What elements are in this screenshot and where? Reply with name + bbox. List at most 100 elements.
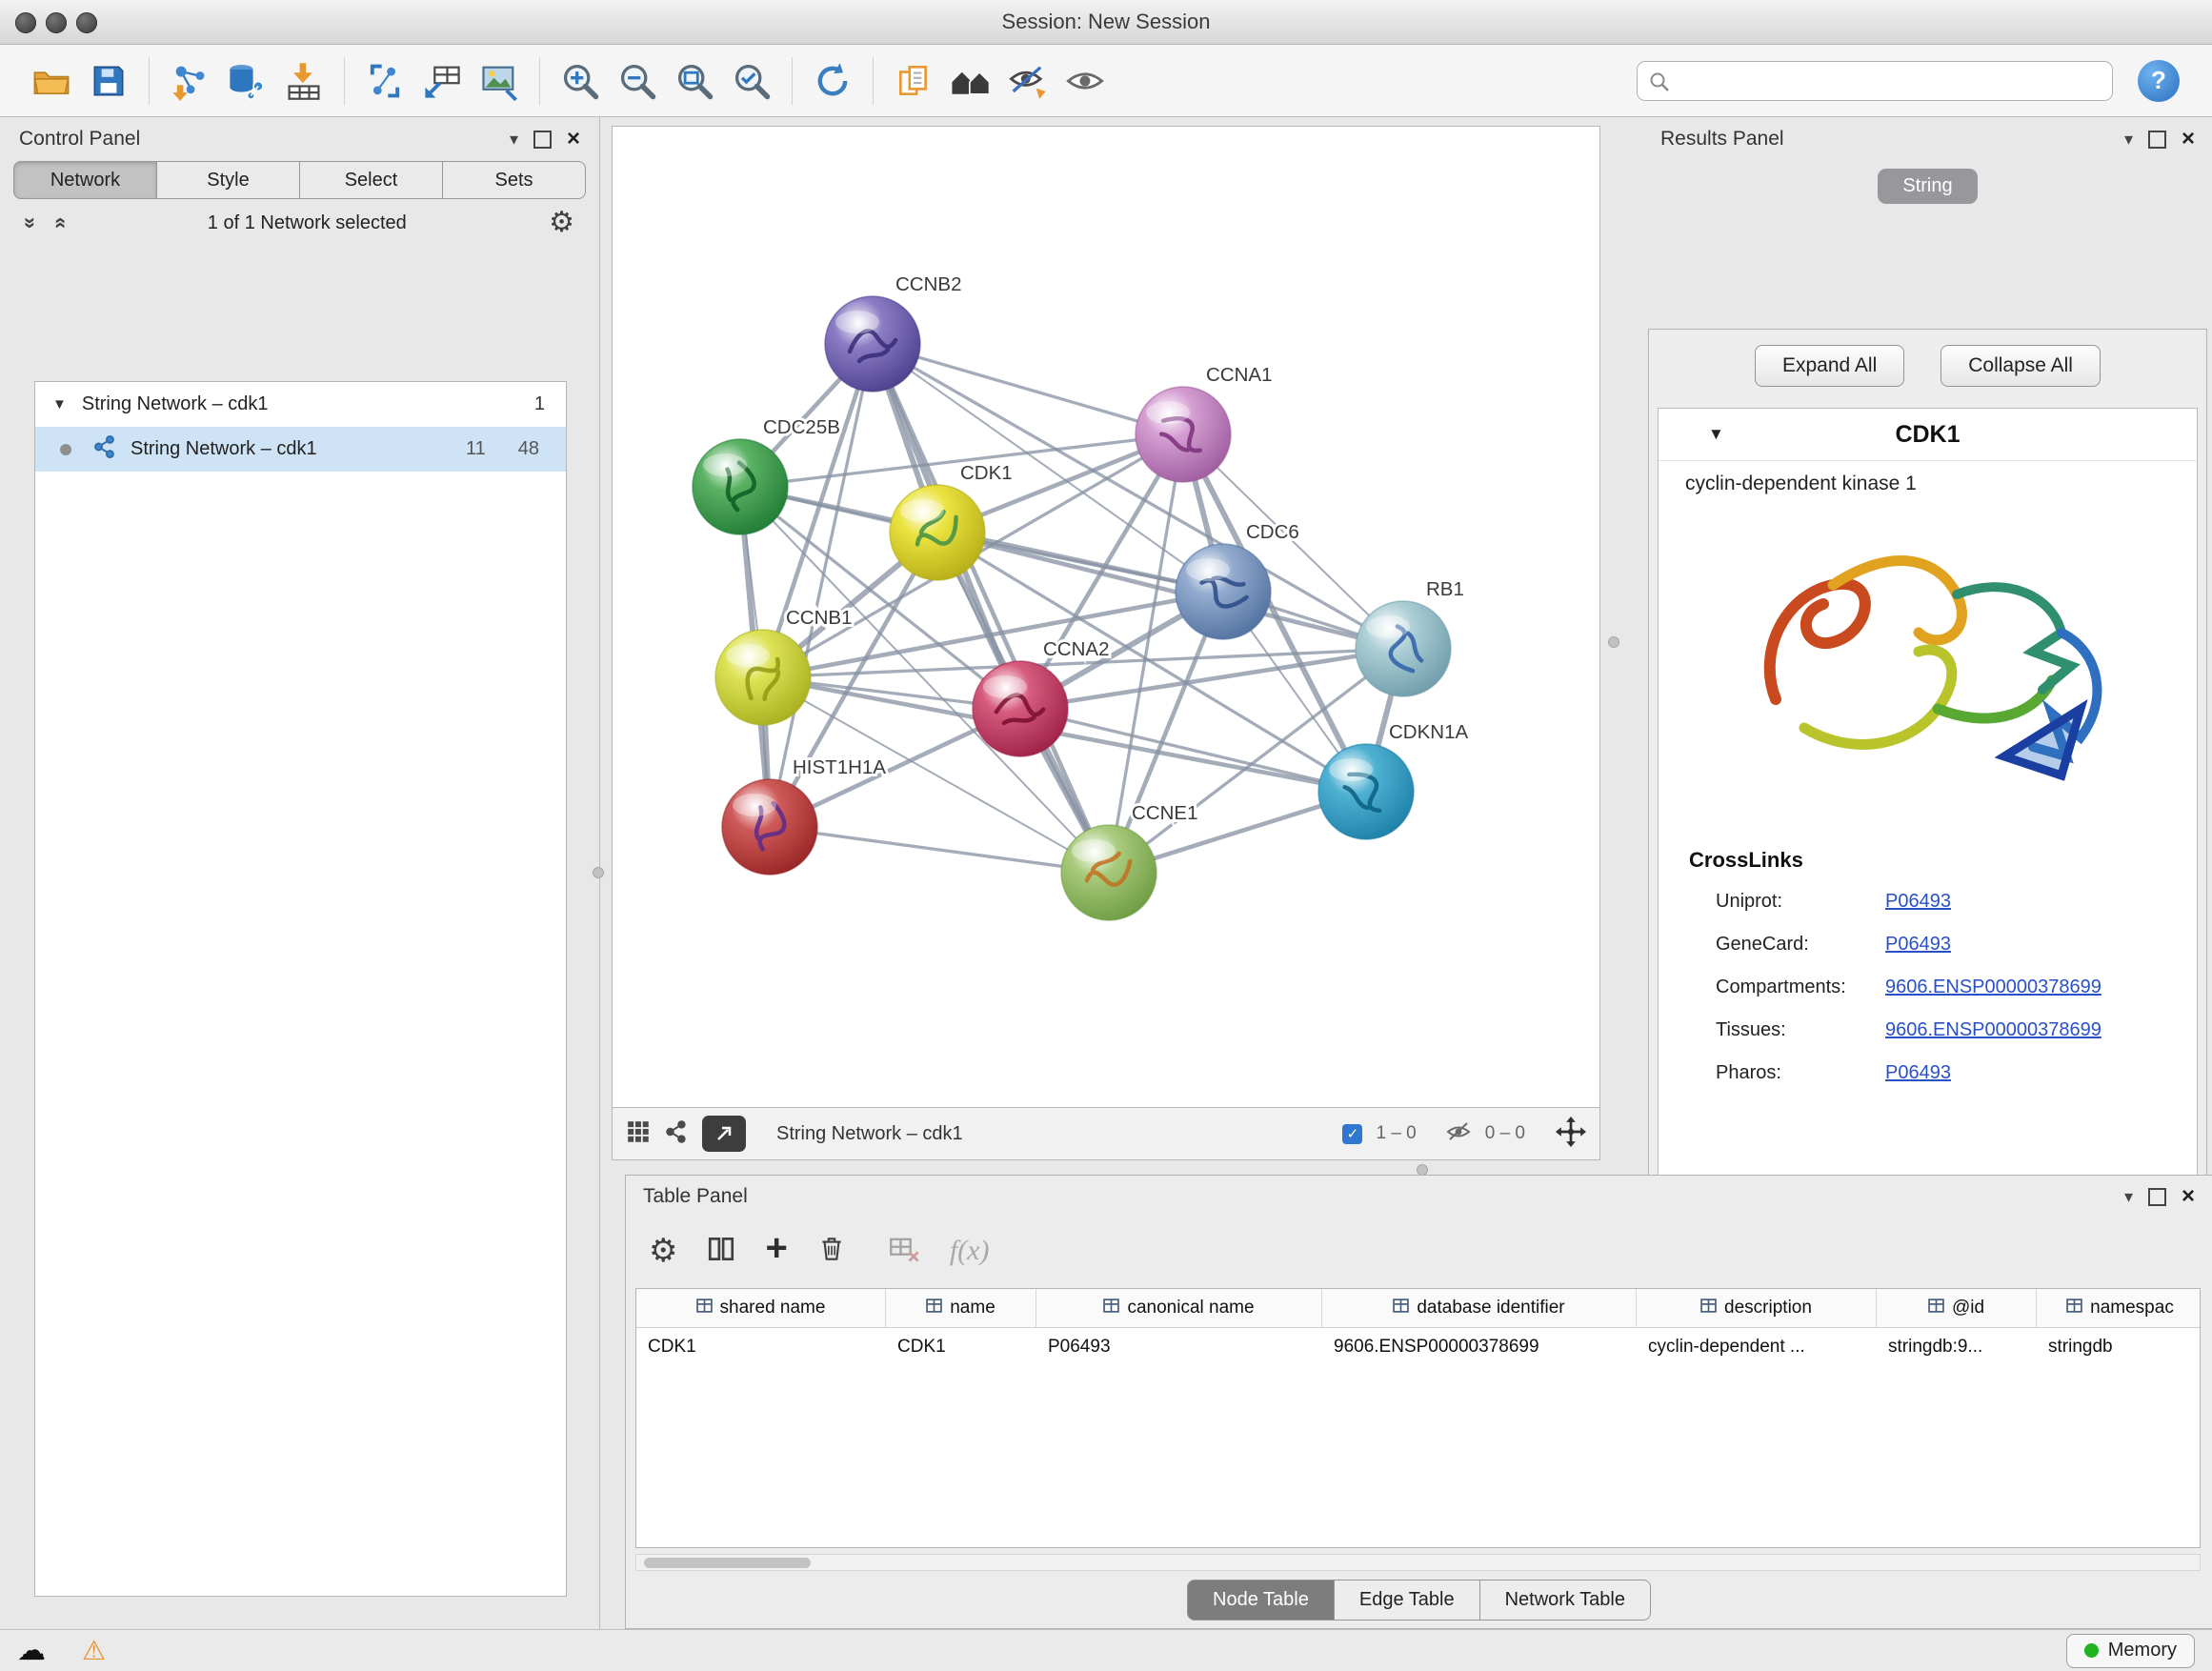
- network-node[interactable]: [1136, 387, 1231, 482]
- first-neighbors-icon[interactable]: [942, 52, 999, 110]
- table-cell[interactable]: cyclin-dependent ...: [1637, 1328, 1877, 1366]
- column-header-database-identifier[interactable]: database identifier: [1322, 1289, 1637, 1327]
- table-horizontal-scrollbar[interactable]: [635, 1554, 2201, 1571]
- table-options-gear-icon[interactable]: ⚙: [649, 1235, 677, 1267]
- zoom-fit-icon[interactable]: [666, 52, 723, 110]
- refresh-view-icon[interactable]: [804, 52, 861, 110]
- export-image-icon[interactable]: [471, 52, 528, 110]
- float-panel-icon[interactable]: [2148, 131, 2166, 149]
- network-node[interactable]: [722, 779, 817, 875]
- network-edge[interactable]: [873, 344, 1183, 434]
- crosslink-value-link[interactable]: P06493: [1885, 1052, 1951, 1095]
- close-panel-icon[interactable]: ×: [2182, 128, 2195, 151]
- cloud-icon[interactable]: ☁: [17, 1637, 46, 1665]
- selected-checkbox-icon[interactable]: ✓: [1342, 1124, 1362, 1144]
- hidden-eye-icon[interactable]: [1445, 1118, 1472, 1150]
- help-button[interactable]: ?: [2138, 60, 2180, 102]
- copy-annotation-icon[interactable]: [885, 52, 942, 110]
- expand-all-button[interactable]: Expand All: [1755, 345, 1904, 387]
- add-column-icon[interactable]: +: [765, 1229, 787, 1267]
- tab-node-table[interactable]: Node Table: [1187, 1580, 1335, 1621]
- tab-style[interactable]: Style: [157, 161, 300, 199]
- export-network-icon[interactable]: [356, 52, 413, 110]
- open-session-icon[interactable]: [23, 52, 80, 110]
- zoom-selected-icon[interactable]: [723, 52, 780, 110]
- hide-selection-icon[interactable]: [999, 52, 1056, 110]
- close-panel-icon[interactable]: ×: [2182, 1185, 2195, 1208]
- close-panel-icon[interactable]: ×: [567, 128, 580, 151]
- network-node[interactable]: [890, 485, 985, 580]
- network-node[interactable]: [825, 296, 920, 392]
- panel-menu-icon[interactable]: ▾: [510, 130, 518, 150]
- collection-expand-icon[interactable]: ▼: [52, 396, 67, 413]
- table-cell[interactable]: stringdb:9...: [1877, 1328, 2037, 1366]
- network-canvas[interactable]: CCNB2CCNA1CDC25BCDK1CDC6RB1CCNB1CCNA2CDK…: [612, 126, 1600, 1108]
- float-panel-icon[interactable]: [2148, 1188, 2166, 1206]
- table-cell[interactable]: 9606.ENSP00000378699: [1322, 1328, 1637, 1366]
- warning-icon[interactable]: ⚠: [82, 1638, 106, 1664]
- tab-select[interactable]: Select: [300, 161, 443, 199]
- import-table-icon[interactable]: [275, 52, 332, 110]
- network-edge[interactable]: [770, 827, 1109, 873]
- collapse-all-button[interactable]: Collapse All: [1941, 345, 2101, 387]
- network-share-icon[interactable]: [664, 1119, 689, 1149]
- table-cell[interactable]: CDK1: [636, 1328, 886, 1366]
- network-node[interactable]: [1176, 544, 1271, 639]
- minimize-window-button[interactable]: [46, 12, 67, 33]
- close-window-button[interactable]: [15, 12, 36, 33]
- search-input[interactable]: [1637, 61, 2113, 101]
- splitter-handle[interactable]: [593, 867, 604, 878]
- show-all-icon[interactable]: [1056, 52, 1114, 110]
- tab-network[interactable]: Network: [13, 161, 157, 199]
- network-row[interactable]: String Network – cdk1 11 48: [35, 427, 566, 472]
- tab-edge-table[interactable]: Edge Table: [1335, 1580, 1480, 1621]
- table-cell[interactable]: P06493: [1036, 1328, 1322, 1366]
- network-options-gear-icon[interactable]: ⚙: [549, 209, 574, 237]
- delete-column-icon[interactable]: [816, 1234, 847, 1269]
- network-graph[interactable]: CCNB2CCNA1CDC25BCDK1CDC6RB1CCNB1CCNA2CDK…: [613, 127, 1599, 1107]
- expand-all-networks-icon[interactable]: »: [20, 217, 41, 229]
- pan-crosshair-icon[interactable]: [1556, 1117, 1586, 1152]
- import-network-database-icon[interactable]: [218, 52, 275, 110]
- network-node[interactable]: [973, 661, 1068, 756]
- zoom-out-icon[interactable]: [609, 52, 666, 110]
- column-header--id[interactable]: @id: [1877, 1289, 2037, 1327]
- column-header-canonical-name[interactable]: canonical name: [1036, 1289, 1322, 1327]
- tab-sets[interactable]: Sets: [443, 161, 586, 199]
- network-node[interactable]: [1061, 825, 1156, 920]
- network-collection-row[interactable]: ▼ String Network – cdk1 1: [35, 382, 566, 427]
- save-session-icon[interactable]: [80, 52, 137, 110]
- zoom-in-icon[interactable]: [552, 52, 609, 110]
- panel-menu-icon[interactable]: ▾: [2124, 130, 2133, 150]
- column-header-description[interactable]: description: [1637, 1289, 1877, 1327]
- float-panel-icon[interactable]: [533, 131, 552, 149]
- column-header-namespac[interactable]: namespac: [2037, 1289, 2201, 1327]
- grid-view-icon[interactable]: [626, 1119, 651, 1149]
- network-node[interactable]: [693, 439, 788, 534]
- zoom-window-button[interactable]: [76, 12, 97, 33]
- table-cell[interactable]: CDK1: [886, 1328, 1036, 1366]
- detach-view-button[interactable]: [702, 1116, 746, 1152]
- tab-network-table[interactable]: Network Table: [1480, 1580, 1651, 1621]
- panel-menu-icon[interactable]: ▾: [2124, 1187, 2133, 1207]
- table-cell[interactable]: stringdb: [2037, 1328, 2201, 1366]
- export-table-icon[interactable]: [413, 52, 471, 110]
- network-node[interactable]: [1318, 744, 1414, 839]
- network-edge[interactable]: [873, 344, 1109, 873]
- crosslink-value-link[interactable]: P06493: [1885, 923, 1951, 966]
- network-edge[interactable]: [1020, 709, 1366, 792]
- column-header-name[interactable]: name: [886, 1289, 1036, 1327]
- memory-button[interactable]: Memory: [2066, 1634, 2195, 1668]
- show-columns-icon[interactable]: [706, 1234, 736, 1269]
- crosslink-value-link[interactable]: 9606.ENSP00000378699: [1885, 966, 2101, 1009]
- network-node[interactable]: [715, 630, 811, 725]
- splitter-handle[interactable]: [1608, 636, 1619, 648]
- collapse-all-networks-icon[interactable]: »: [49, 217, 70, 229]
- protein-expand-icon[interactable]: ▼: [1708, 425, 1724, 444]
- crosslink-value-link[interactable]: P06493: [1885, 880, 1951, 923]
- import-network-file-icon[interactable]: [161, 52, 218, 110]
- column-header-shared-name[interactable]: shared name: [636, 1289, 886, 1327]
- table-row[interactable]: CDK1CDK1P064939606.ENSP00000378699cyclin…: [636, 1328, 2200, 1366]
- tab-string[interactable]: String: [1878, 169, 1977, 204]
- network-node[interactable]: [1356, 601, 1451, 696]
